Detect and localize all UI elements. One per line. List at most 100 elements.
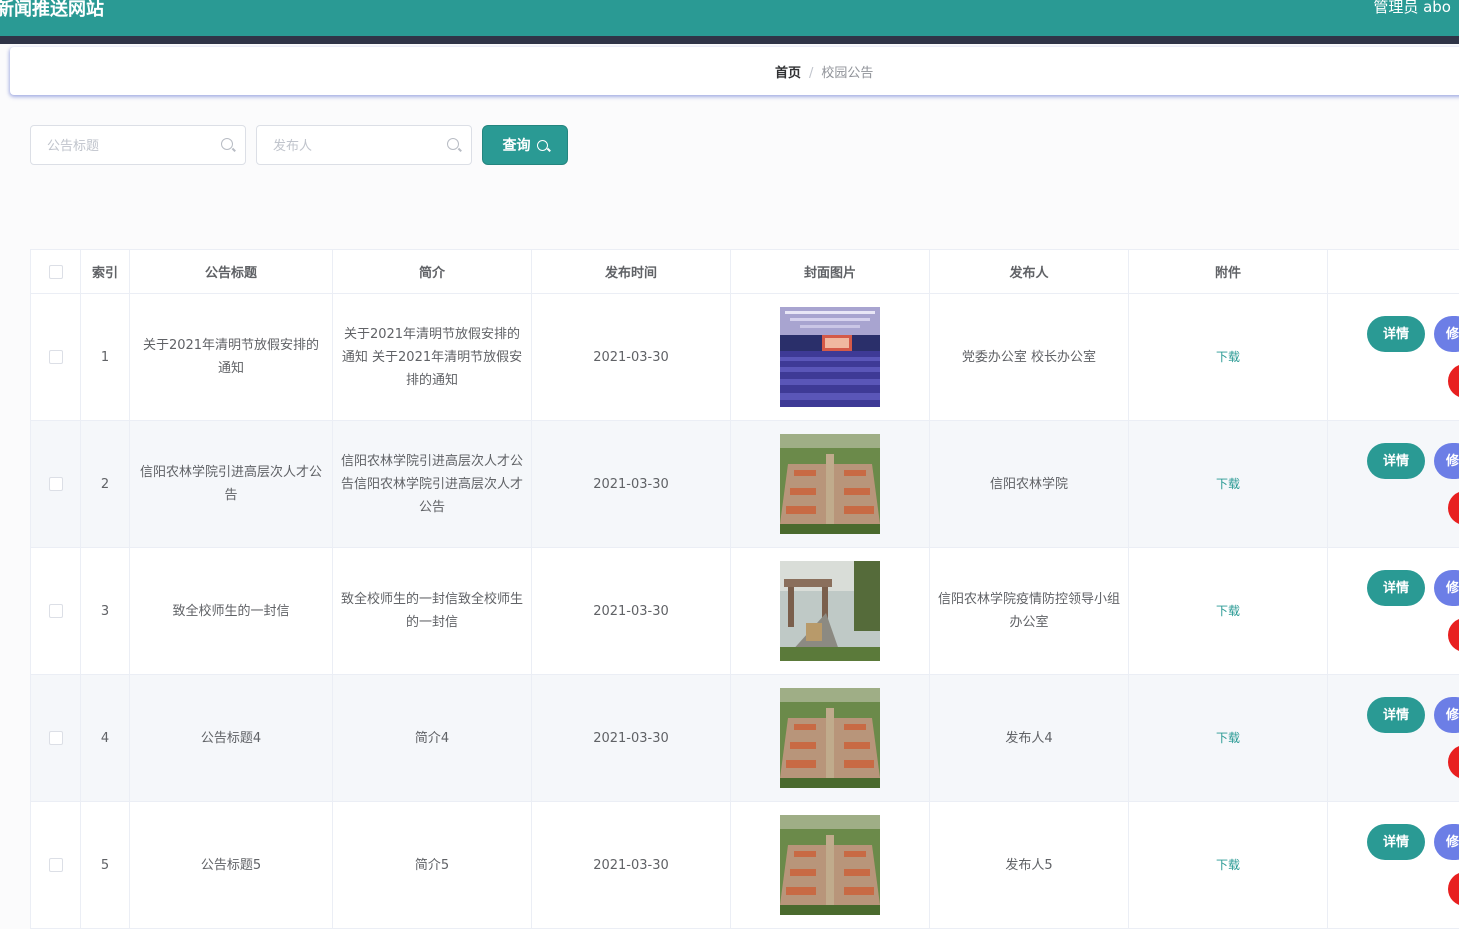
row-summary: 简介4	[333, 675, 532, 802]
row-attachment-cell: 下载	[1129, 548, 1328, 675]
column-header-summary: 简介	[333, 250, 532, 294]
column-header-date: 发布时间	[532, 250, 731, 294]
row-publisher: 发布人4	[930, 675, 1129, 802]
row-publisher: 信阳农林学院	[930, 421, 1129, 548]
title-search-field[interactable]	[30, 125, 246, 165]
publisher-search-input[interactable]	[271, 135, 435, 157]
download-link[interactable]: 下载	[1216, 350, 1240, 364]
row-checkbox[interactable]	[49, 604, 63, 618]
download-link[interactable]: 下载	[1216, 731, 1240, 745]
column-header-title: 公告标题	[130, 250, 333, 294]
detail-button[interactable]: 详情	[1367, 443, 1425, 479]
row-cover-cell	[731, 421, 930, 548]
row-summary: 关于2021年清明节放假安排的通知 关于2021年清明节放假安排的通知	[333, 294, 532, 421]
breadcrumb-bar: 首页/校园公告	[10, 47, 1459, 95]
row-title: 公告标题4	[130, 675, 333, 802]
delete-button[interactable]	[1448, 618, 1459, 652]
row-select-cell	[31, 675, 81, 802]
column-header-attachment: 附件	[1129, 250, 1328, 294]
delete-button[interactable]	[1448, 364, 1459, 398]
row-checkbox[interactable]	[49, 477, 63, 491]
admin-user-label[interactable]: 管理员 abo	[1373, 0, 1451, 17]
edit-button[interactable]: 修	[1434, 443, 1459, 479]
row-date: 2021-03-30	[532, 548, 731, 675]
row-attachment-cell: 下载	[1129, 802, 1328, 929]
row-select-cell	[31, 802, 81, 929]
query-button-label: 查询	[503, 135, 531, 155]
row-attachment-cell: 下载	[1129, 294, 1328, 421]
row-actions: 详情 修	[1328, 675, 1459, 802]
table-header: 索引 公告标题 简介 发布时间 封面图片 发布人 附件	[31, 250, 1459, 294]
row-checkbox[interactable]	[49, 731, 63, 745]
table-row: 1 关于2021年清明节放假安排的通知 关于2021年清明节放假安排的通知 关于…	[31, 294, 1459, 421]
row-title: 致全校师生的一封信	[130, 548, 333, 675]
row-date: 2021-03-30	[532, 802, 731, 929]
column-header-publisher: 发布人	[930, 250, 1129, 294]
table-row: 2 信阳农林学院引进高层次人才公告 信阳农林学院引进高层次人才公告信阳农林学院引…	[31, 421, 1459, 548]
edit-button[interactable]: 修	[1434, 824, 1459, 860]
top-bar: 新闻推送网站 管理员 abo	[0, 0, 1459, 44]
row-index: 4	[81, 675, 130, 802]
row-cover-cell	[731, 802, 930, 929]
detail-button[interactable]: 详情	[1367, 697, 1425, 733]
breadcrumb: 首页/校园公告	[775, 62, 873, 81]
search-icon	[221, 138, 233, 150]
row-title: 信阳农林学院引进高层次人才公告	[130, 421, 333, 548]
row-actions: 详情 修	[1328, 421, 1459, 548]
search-icon	[447, 138, 459, 150]
detail-button[interactable]: 详情	[1367, 824, 1425, 860]
delete-button[interactable]	[1448, 745, 1459, 779]
query-button[interactable]: 查询	[482, 125, 568, 165]
row-index: 5	[81, 802, 130, 929]
row-attachment-cell: 下载	[1129, 421, 1328, 548]
row-date: 2021-03-30	[532, 294, 731, 421]
title-search-input[interactable]	[45, 135, 209, 157]
select-all-checkbox[interactable]	[49, 265, 63, 279]
column-header-index: 索引	[81, 250, 130, 294]
cover-image-campus-gate	[780, 561, 880, 661]
delete-button[interactable]	[1448, 872, 1459, 906]
row-cover-cell	[731, 548, 930, 675]
row-date: 2021-03-30	[532, 421, 731, 548]
row-title: 关于2021年清明节放假安排的通知	[130, 294, 333, 421]
row-index: 1	[81, 294, 130, 421]
row-actions: 详情 修	[1328, 548, 1459, 675]
column-header-cover: 封面图片	[731, 250, 930, 294]
cover-image-campus-aerial	[780, 434, 880, 534]
row-actions: 详情 修	[1328, 294, 1459, 421]
edit-button[interactable]: 修	[1434, 697, 1459, 733]
row-select-cell	[31, 294, 81, 421]
select-all-cell	[31, 250, 81, 294]
breadcrumb-home[interactable]: 首页	[775, 66, 801, 81]
row-date: 2021-03-30	[532, 675, 731, 802]
delete-button[interactable]	[1448, 491, 1459, 525]
row-publisher: 党委办公室 校长办公室	[930, 294, 1129, 421]
row-publisher: 发布人5	[930, 802, 1129, 929]
download-link[interactable]: 下载	[1216, 858, 1240, 872]
row-summary: 信阳农林学院引进高层次人才公告信阳农林学院引进高层次人才公告	[333, 421, 532, 548]
edit-button[interactable]: 修	[1434, 316, 1459, 352]
table-row: 5 公告标题5 简介5 2021-03-30 发布人5 下载 详情 修	[31, 802, 1459, 929]
download-link[interactable]: 下载	[1216, 604, 1240, 618]
table-row: 4 公告标题4 简介4 2021-03-30 发布人4 下载 详情 修	[31, 675, 1459, 802]
publisher-search-field[interactable]	[256, 125, 472, 165]
detail-button[interactable]: 详情	[1367, 570, 1425, 606]
breadcrumb-separator: /	[809, 66, 813, 81]
download-link[interactable]: 下载	[1216, 477, 1240, 491]
cover-image-campus-aerial	[780, 815, 880, 915]
row-cover-cell	[731, 675, 930, 802]
row-title: 公告标题5	[130, 802, 333, 929]
row-summary: 致全校师生的一封信致全校师生的一封信	[333, 548, 532, 675]
row-actions: 详情 修	[1328, 802, 1459, 929]
row-checkbox[interactable]	[49, 350, 63, 364]
column-header-actions	[1328, 250, 1459, 294]
row-publisher: 信阳农林学院疫情防控领导小组办公室	[930, 548, 1129, 675]
row-select-cell	[31, 421, 81, 548]
edit-button[interactable]: 修	[1434, 570, 1459, 606]
table-row: 3 致全校师生的一封信 致全校师生的一封信致全校师生的一封信 2021-03-3…	[31, 548, 1459, 675]
row-summary: 简介5	[333, 802, 532, 929]
row-cover-cell	[731, 294, 930, 421]
detail-button[interactable]: 详情	[1367, 316, 1425, 352]
search-icon	[537, 140, 548, 151]
row-checkbox[interactable]	[49, 858, 63, 872]
